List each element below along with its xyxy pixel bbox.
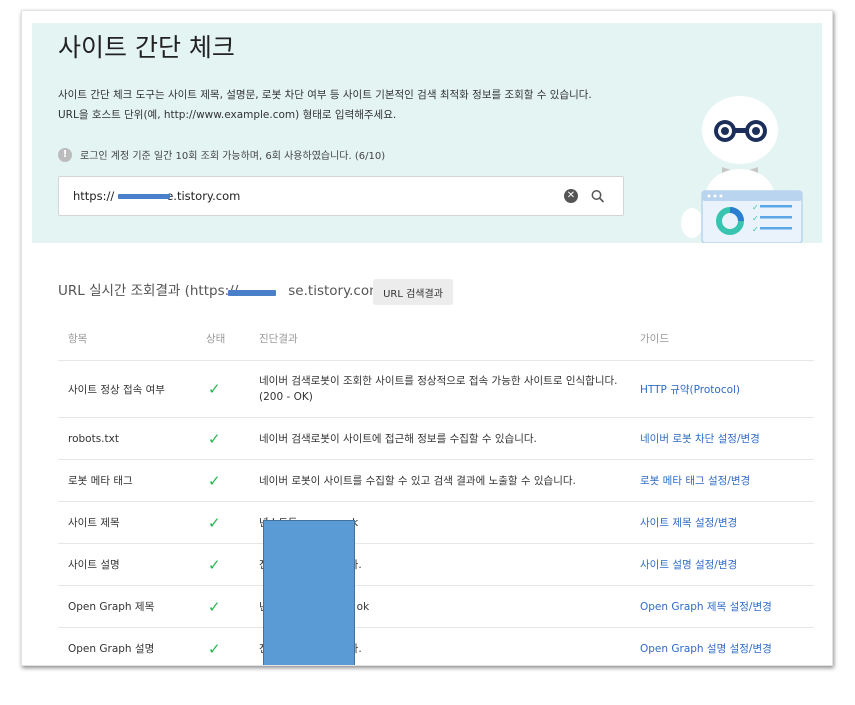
description-line-1: 사이트 간단 체크 도구는 사이트 제목, 설명문, 로봇 차단 여부 등 사이… xyxy=(58,89,592,101)
guide-link[interactable]: 네이버 로봇 차단 설정/변경 xyxy=(640,433,760,445)
table-row: robots.txt ✓ 네이버 검색로봇이 사이트에 접근해 정보를 수집할 … xyxy=(58,417,814,460)
url-value-prefix: https:// xyxy=(73,189,115,203)
guide-link[interactable]: 로봇 메타 태그 설정/변경 xyxy=(640,475,750,487)
svg-text:✓: ✓ xyxy=(752,225,759,234)
row-diagnosis: 네이버 로봇이 사이트를 수집할 수 있고 검색 결과에 노출할 수 있습니다. xyxy=(249,459,630,502)
table-header-row: 항목 상태 진단결과 가이드 xyxy=(58,317,814,361)
column-header-status: 상태 xyxy=(196,317,249,361)
hero-section: 사이트 간단 체크 사이트 간단 체크 도구는 사이트 제목, 설명문, 로봇 … xyxy=(32,23,822,243)
row-item: 사이트 설명 xyxy=(58,543,196,586)
search-icon[interactable] xyxy=(589,186,607,206)
column-header-item: 항목 xyxy=(58,317,196,361)
table-row: Open Graph 제목 ✓ 년ok Open Graph 제목 설정/변경 xyxy=(58,585,814,628)
check-icon: ✓ xyxy=(208,597,221,616)
row-item: robots.txt xyxy=(58,417,196,460)
usage-notice-text: 로그인 계정 기준 일간 10회 조회 가능하며, 6회 사용하였습니다. (6… xyxy=(80,151,386,162)
check-icon: ✓ xyxy=(208,380,221,398)
table-row: 사이트 설명 ✓ 전다. 사이트 설명 설정/변경 xyxy=(58,543,814,586)
svg-text:✓: ✓ xyxy=(752,203,759,212)
result-heading-prefix: URL 실시간 조회결과 (https:// xyxy=(58,283,239,299)
row-diagnosis-code: (200 - OK) xyxy=(259,391,313,403)
row-item: 로봇 메타 태그 xyxy=(58,459,196,502)
info-icon: ! xyxy=(58,147,72,162)
guide-link[interactable]: Open Graph 설명 설정/변경 xyxy=(640,643,772,655)
table-row: 로봇 메타 태그 ✓ 네이버 로봇이 사이트를 수집할 수 있고 검색 결과에 … xyxy=(58,459,814,502)
guide-link[interactable]: 사이트 제목 설정/변경 xyxy=(640,517,737,529)
robot-illustration: ✓ ✓ ✓ xyxy=(681,96,803,243)
url-value-suffix: e.tistory.com xyxy=(166,189,241,203)
column-header-guide: 가이드 xyxy=(630,317,814,361)
hero-description: 사이트 간단 체크 도구는 사이트 제목, 설명문, 로봇 차단 여부 등 사이… xyxy=(58,85,592,125)
url-search-box: https:// e.tistory.com ✕ xyxy=(58,176,624,216)
table-row: 사이트 제목 ✓ 년스토든ok 사이트 제목 설정/변경 xyxy=(58,501,814,544)
clear-icon[interactable]: ✕ xyxy=(564,189,578,203)
check-icon: ✓ xyxy=(208,513,221,532)
row-diagnosis: ok xyxy=(356,600,370,613)
row-item: Open Graph 설명 xyxy=(58,627,196,665)
guide-link[interactable]: HTTP 규약(Protocol) xyxy=(640,384,740,396)
check-icon: ✓ xyxy=(208,429,221,448)
check-icon: ✓ xyxy=(208,471,221,490)
redaction-block xyxy=(263,520,355,665)
table-row: 사이트 정상 접속 여부 ✓ 네이버 검색로봇이 조회한 사이트를 정상적으로 … xyxy=(58,360,814,418)
row-item: Open Graph 제목 xyxy=(58,585,196,628)
page-title: 사이트 간단 체크 xyxy=(58,33,235,62)
url-redaction xyxy=(118,194,170,199)
usage-notice: ! 로그인 계정 기준 일간 10회 조회 가능하며, 6회 사용하였습니다. … xyxy=(58,147,385,162)
url-search-result-button[interactable]: URL 검색결과 xyxy=(373,279,453,305)
main-panel: 사이트 간단 체크 사이트 간단 체크 도구는 사이트 제목, 설명문, 로봇 … xyxy=(21,10,833,666)
guide-link[interactable]: Open Graph 제목 설정/변경 xyxy=(640,601,772,613)
result-heading: URL 실시간 조회결과 (https://se.tistory.com) xyxy=(58,279,388,299)
svg-text:✓: ✓ xyxy=(752,214,759,223)
row-diagnosis: 네이버 검색로봇이 사이트에 접근해 정보를 수집할 수 있습니다. xyxy=(249,417,630,460)
row-item: 사이트 정상 접속 여부 xyxy=(58,360,196,418)
row-item: 사이트 제목 xyxy=(58,501,196,544)
heading-redaction xyxy=(228,290,276,296)
guide-link[interactable]: 사이트 설명 설정/변경 xyxy=(640,559,737,571)
check-icon: ✓ xyxy=(208,555,221,574)
row-diagnosis: 네이버 검색로봇이 조회한 사이트를 정상적으로 접속 가능한 사이트로 인식합… xyxy=(259,375,618,387)
table-row: Open Graph 설명 ✓ 전다. Open Graph 설명 설정/변경 xyxy=(58,627,814,665)
diagnosis-table: 항목 상태 진단결과 가이드 사이트 정상 접속 여부 ✓ 네이버 검색로봇이 … xyxy=(58,317,814,665)
check-icon: ✓ xyxy=(208,639,221,658)
description-line-2: URL을 호스트 단위(예, http://www.example.com) 형… xyxy=(58,109,397,121)
column-header-diagnosis: 진단결과 xyxy=(249,317,630,361)
